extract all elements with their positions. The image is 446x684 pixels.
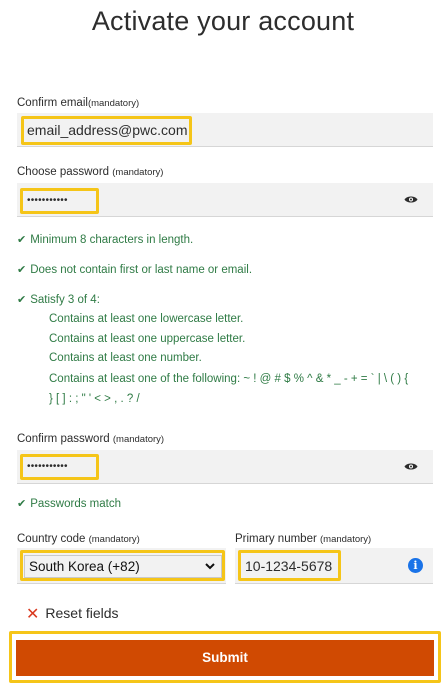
check-icon: ✔ [17, 498, 27, 510]
primary-number-label: Primary number (mandatory) [235, 533, 372, 545]
submit-button[interactable]: Submit [16, 640, 434, 676]
rule-min-length: ✔ Minimum 8 characters in length. [17, 234, 194, 246]
rule-number: Contains at least one number. [49, 352, 202, 364]
rule-special: Contains at least one of the following: … [49, 373, 409, 385]
info-icon[interactable]: i [408, 558, 423, 573]
rule-special-continued: } [ ] : ; " ' < > , . ? / [49, 393, 140, 405]
choose-password-label: Choose password (mandatory) [17, 166, 164, 178]
reset-fields-button[interactable]: ✕ Reset fields [26, 603, 119, 623]
confirm-email-value: email_address@pwc.com [27, 122, 188, 138]
rule-uppercase: Contains at least one uppercase letter. [49, 333, 246, 345]
eye-icon[interactable] [404, 195, 418, 204]
check-icon: ✔ [17, 294, 27, 306]
page-title: Activate your account [91, 6, 355, 36]
confirm-password-value: ••••••••••• [27, 461, 68, 472]
check-icon: ✔ [17, 234, 27, 246]
country-code-select[interactable]: South Korea (+82) [24, 555, 222, 578]
check-icon: ✔ [17, 264, 27, 276]
country-code-label: Country code (mandatory) [17, 533, 140, 545]
confirm-password-label: Confirm password (mandatory) [17, 433, 165, 445]
country-code-value: South Korea (+82) [29, 559, 140, 574]
eye-icon[interactable] [404, 462, 418, 471]
rule-no-name: ✔ Does not contain first or last name or … [17, 264, 253, 276]
rule-satisfy: ✔ Satisfy 3 of 4: [17, 294, 100, 306]
chevron-down-icon [205, 563, 215, 570]
passwords-match-status: ✔ Passwords match [17, 498, 121, 510]
close-icon: ✕ [26, 606, 40, 623]
choose-password-value: ••••••••••• [27, 195, 68, 206]
confirm-email-label: Confirm email(mandatory) [17, 97, 140, 109]
primary-number-value: 10-1234-5678 [245, 558, 333, 574]
rule-lowercase: Contains at least one lowercase letter. [49, 313, 244, 325]
